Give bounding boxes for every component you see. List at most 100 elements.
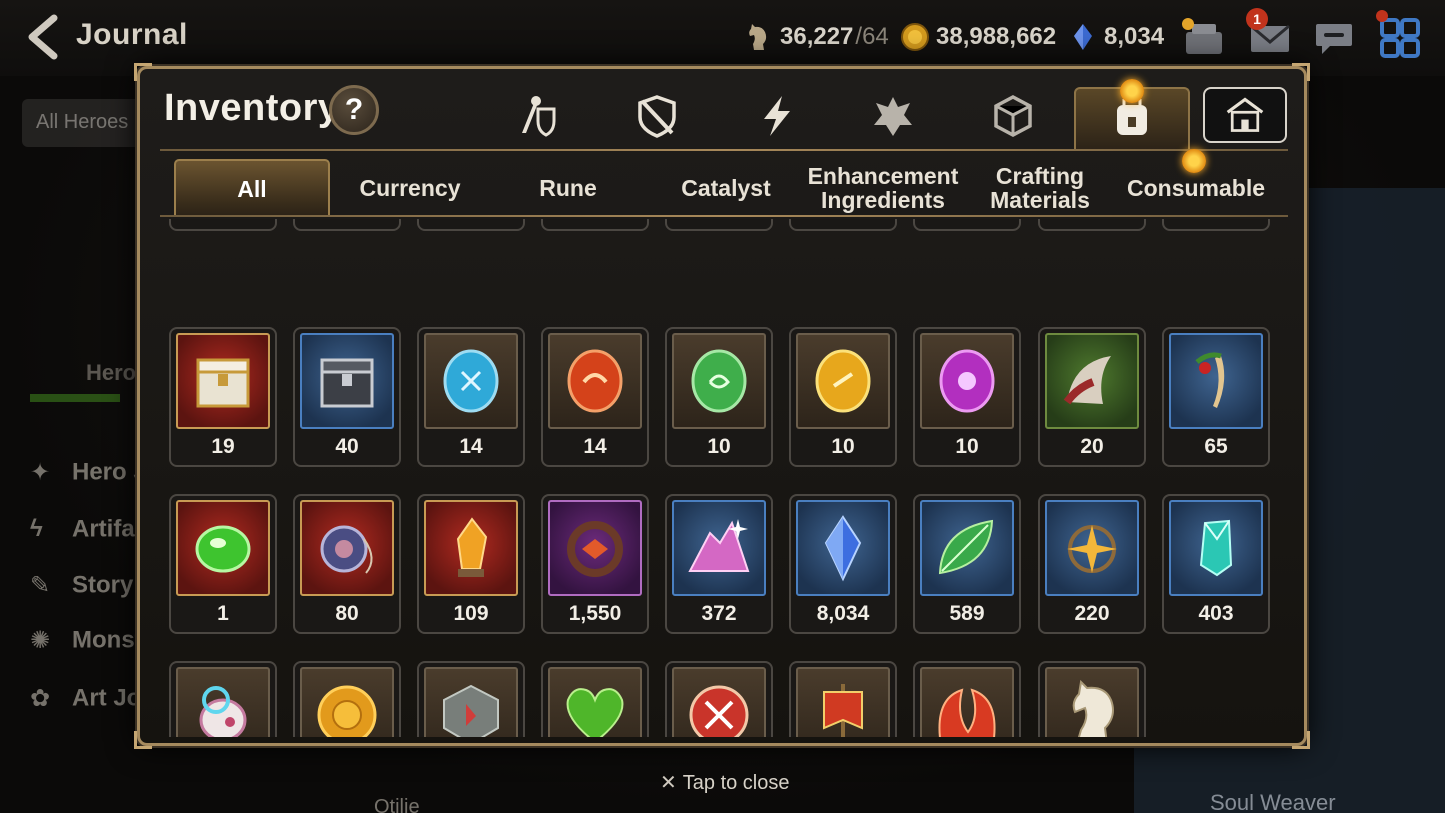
menu-notification-dot (1376, 10, 1388, 22)
soul-weaver-label: Soul Weaver (1210, 790, 1336, 813)
inventory-slot[interactable]: 40 (293, 327, 401, 467)
inventory-slot[interactable]: 403 (1162, 494, 1270, 634)
claw-icon (1045, 333, 1139, 429)
tap-to-close[interactable]: ✕ Tap to close (660, 770, 790, 795)
item-quantity: 31 (915, 219, 1019, 223)
item-quantity: 48 (543, 219, 647, 223)
shield-icon[interactable] (630, 89, 684, 143)
inventory-slot[interactable]: 31 (417, 219, 525, 231)
item-quantity: 14 (583, 435, 607, 458)
inventory-slot[interactable]: 48 (541, 219, 649, 231)
inventory-slot[interactable]: 38,988,662 (293, 661, 401, 737)
green-rune-icon (672, 333, 766, 429)
tab-crafting-materials[interactable]: Crafting Materials (962, 159, 1118, 217)
progress-bar (30, 394, 120, 402)
item-quantity: 25 (171, 219, 275, 223)
chat-icon[interactable] (1312, 16, 1356, 60)
inventory-slot[interactable]: 14 (417, 327, 525, 467)
horse-icon (1045, 667, 1139, 737)
inventory-slot[interactable]: 36,227 (1038, 661, 1146, 737)
war-badge-icon (672, 667, 766, 737)
inventory-slot[interactable]: 20 (1038, 327, 1146, 467)
hero-icon: ✦ (30, 459, 51, 486)
star-amulet-icon (1045, 500, 1139, 596)
sidebar-item-hero-journal: ✦ Hero J (30, 458, 147, 488)
category-notification-dot (1120, 79, 1144, 103)
die-icon[interactable] (986, 89, 1040, 143)
inventory-slot[interactable]: 10 (665, 327, 773, 467)
banner-icon (796, 667, 890, 737)
inventory-slot[interactable]: 65 (1162, 327, 1270, 467)
menu-grid-icon[interactable] (1378, 16, 1422, 60)
frame-corner (1292, 63, 1310, 81)
lightning-icon[interactable] (750, 89, 804, 143)
item-quantity: 220 (1074, 602, 1110, 625)
hero-name-label: Otilie (374, 796, 420, 813)
palette-icon: ✿ (30, 685, 51, 712)
inventory-slot[interactable]: 48 (789, 219, 897, 231)
hero-equipment-icon[interactable] (510, 89, 564, 143)
tab-catalyst[interactable]: Catalyst (648, 159, 804, 217)
purple-rune-icon (920, 333, 1014, 429)
tab-enhancement-ingredients[interactable]: Enhancement Ingredients (805, 159, 961, 217)
item-quantity: 48 (791, 219, 895, 223)
inventory-slot[interactable]: 31 (913, 219, 1021, 231)
inventory-slot[interactable]: 25 (169, 219, 277, 231)
storage-icon[interactable] (1182, 16, 1226, 60)
red-rune-icon (548, 333, 642, 429)
inventory-slot[interactable]: 220 (1038, 494, 1146, 634)
resource-gold: 38,988,662 (900, 20, 1056, 54)
inventory-slot[interactable]: 3 (665, 661, 773, 737)
inventory-slot[interactable]: 25 (293, 219, 401, 231)
help-button[interactable]: ? (329, 85, 379, 135)
tab-rune[interactable]: Rune (490, 159, 646, 217)
inventory-slot[interactable]: 372 (665, 494, 773, 634)
inventory-slot[interactable]: 7,895 (541, 661, 649, 737)
inventory-slot[interactable]: 12 (417, 661, 525, 737)
leaf-icon (920, 500, 1014, 596)
sidebar-item-monster: ✺ Monst (30, 626, 143, 656)
inventory-slot[interactable]: 109 (417, 494, 525, 634)
scroll-icon: ✎ (30, 572, 51, 599)
inventory-slot[interactable]: 1 (1038, 219, 1146, 231)
item-quantity: 10 (707, 435, 731, 458)
inventory-slot[interactable]: 1 (665, 219, 773, 231)
inventory-slot[interactable]: 8,034 (789, 494, 897, 634)
tab-all[interactable]: All (174, 159, 330, 217)
inventory-slot[interactable]: 11 (913, 661, 1021, 737)
inventory-slot[interactable]: 14 (541, 327, 649, 467)
monster-icon: ✺ (30, 627, 51, 654)
inventory-slot[interactable]: 3 (1162, 219, 1270, 231)
yellow-rune-icon (796, 333, 890, 429)
inventory-slot[interactable]: 1 (169, 494, 277, 634)
item-quantity: 109 (453, 602, 489, 625)
inventory-slot[interactable]: 1,550 (541, 494, 649, 634)
inventory-slot[interactable]: 10 (913, 327, 1021, 467)
inventory-slot[interactable]: 19 (169, 327, 277, 467)
divider (160, 215, 1288, 217)
phoenix-ring-icon (548, 500, 642, 596)
top-bar: Journal 36,227/64 38,988,662 8,034 1 (0, 0, 1445, 76)
inventory-slot[interactable]: 80 (293, 494, 401, 634)
amber-crystal-icon (424, 500, 518, 596)
item-quantity: 1 (667, 219, 771, 223)
green-heart-icon (548, 667, 642, 737)
inventory-slot[interactable]: 7 (789, 661, 897, 737)
gold-chest-icon (176, 333, 270, 429)
shop-icon[interactable] (1203, 87, 1287, 143)
back-arrow-icon[interactable] (22, 14, 62, 60)
inventory-slot[interactable]: 3 (169, 661, 277, 737)
hero-crest-icon[interactable] (866, 89, 920, 143)
gold-coin-icon (300, 667, 394, 737)
blue-rune-icon (424, 333, 518, 429)
sidebar-item-artifact: ϟ Artifa (30, 515, 135, 545)
teal-crystal-icon (1169, 500, 1263, 596)
inventory-slot[interactable]: 10 (789, 327, 897, 467)
inventory-title: Inventory (164, 87, 340, 129)
sidebar-item-story: ✎ Story (30, 571, 133, 601)
inventory-slot[interactable]: 589 (913, 494, 1021, 634)
tab-currency[interactable]: Currency (332, 159, 488, 217)
hero-label: Hero (86, 360, 137, 385)
horse-icon (749, 24, 767, 50)
item-quantity: 1 (1040, 219, 1144, 223)
